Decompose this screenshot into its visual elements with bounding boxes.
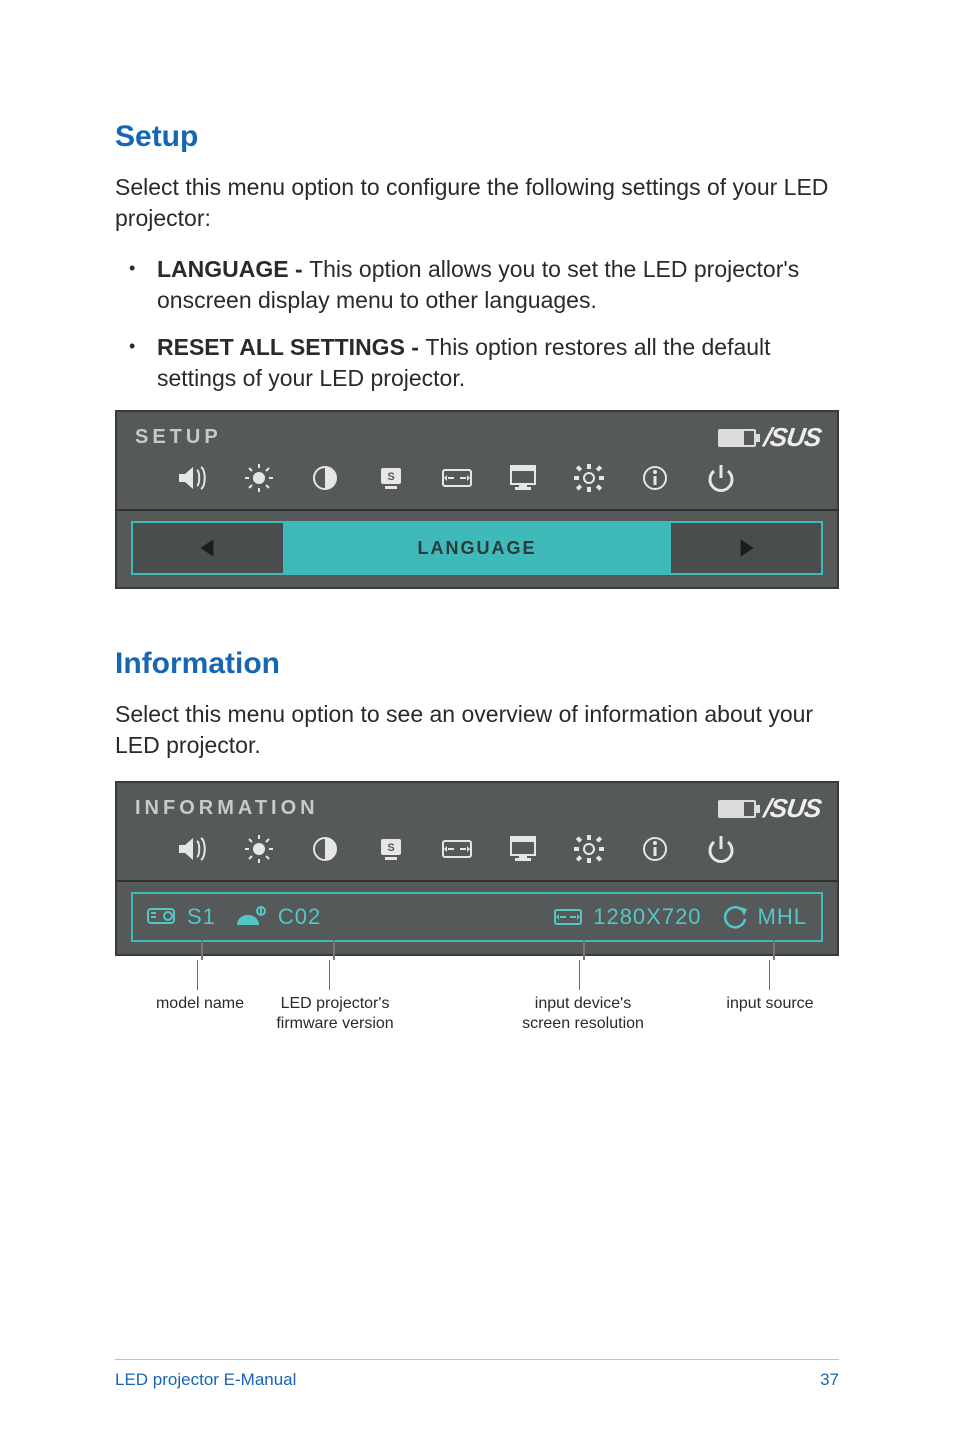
asus-logo: /SUS bbox=[762, 793, 823, 824]
setup-option-reset: RESET ALL SETTINGS - This option restore… bbox=[157, 332, 839, 394]
setup-option-term: RESET ALL SETTINGS - bbox=[157, 334, 425, 360]
contrast-icon bbox=[305, 832, 345, 866]
info-resolution-value: 1280X720 bbox=[593, 904, 701, 930]
information-intro: Select this menu option to see an overvi… bbox=[115, 699, 839, 761]
prev-arrow-icon[interactable] bbox=[133, 523, 283, 573]
setup-option-term: LANGUAGE - bbox=[157, 256, 309, 282]
next-arrow-icon[interactable] bbox=[671, 523, 821, 573]
position-icon bbox=[503, 832, 543, 866]
power-icon bbox=[701, 832, 741, 866]
osd-brand: /SUS bbox=[718, 422, 821, 453]
svg-text:S: S bbox=[387, 842, 394, 854]
information-callouts: model name LED projector's firmware vers… bbox=[115, 960, 839, 1040]
info-resolution: 1280X720 bbox=[553, 904, 701, 930]
info-model-value: S1 bbox=[187, 904, 216, 930]
setup-gear-icon bbox=[569, 461, 609, 495]
osd-brand: /SUS bbox=[718, 793, 821, 824]
information-osd-title: INFORMATION bbox=[135, 797, 319, 820]
asus-logo: /SUS bbox=[762, 422, 823, 453]
setup-osd-panel: SETUP /SUS S LANGUAGE bbox=[115, 410, 839, 589]
info-icon bbox=[635, 461, 675, 495]
callout-model: model name bbox=[145, 994, 255, 1013]
power-icon bbox=[701, 461, 741, 495]
callout-firmware: LED projector's firmware version bbox=[265, 994, 405, 1032]
setup-option-language: LANGUAGE - This option allows you to set… bbox=[157, 254, 839, 316]
callout-source: input source bbox=[715, 994, 825, 1013]
setup-intro: Select this menu option to configure the… bbox=[115, 172, 839, 234]
setup-language-value[interactable]: LANGUAGE bbox=[283, 523, 671, 573]
brightness-icon bbox=[239, 461, 279, 495]
information-osd-panel: INFORMATION /SUS S S1 bbox=[115, 781, 839, 956]
volume-icon bbox=[173, 461, 213, 495]
info-firmware-value: C02 bbox=[278, 904, 321, 930]
information-row: S1 C02 1280X720 MHL bbox=[131, 892, 823, 942]
info-model: S1 bbox=[147, 904, 216, 930]
firmware-icon bbox=[234, 905, 268, 929]
info-icon bbox=[635, 832, 675, 866]
info-source-value: MHL bbox=[758, 904, 807, 930]
info-firmware: C02 bbox=[234, 904, 321, 930]
battery-icon bbox=[718, 800, 756, 818]
contrast-icon bbox=[305, 461, 345, 495]
splendid-icon: S bbox=[371, 461, 411, 495]
resolution-icon bbox=[553, 906, 583, 928]
information-heading: Information bbox=[115, 647, 839, 681]
position-icon bbox=[503, 461, 543, 495]
brightness-icon bbox=[239, 832, 279, 866]
page-footer: LED projector E-Manual 37 bbox=[115, 1359, 839, 1390]
volume-icon bbox=[173, 832, 213, 866]
info-source: MHL bbox=[720, 904, 807, 930]
splendid-icon: S bbox=[371, 832, 411, 866]
battery-icon bbox=[718, 429, 756, 447]
aspect-ratio-icon bbox=[437, 461, 477, 495]
footer-page: 37 bbox=[820, 1370, 839, 1390]
projector-icon bbox=[147, 906, 177, 928]
source-icon bbox=[720, 905, 748, 929]
footer-title: LED projector E-Manual bbox=[115, 1370, 296, 1390]
callout-resolution: input device's screen resolution bbox=[513, 994, 653, 1032]
osd-icon-row: S bbox=[117, 457, 837, 509]
setup-osd-title: SETUP bbox=[135, 426, 222, 449]
setup-language-row: LANGUAGE bbox=[131, 521, 823, 575]
osd-icon-row: S bbox=[117, 828, 837, 880]
setup-gear-icon bbox=[569, 832, 609, 866]
setup-heading: Setup bbox=[115, 120, 839, 154]
svg-text:S: S bbox=[387, 471, 394, 483]
aspect-ratio-icon bbox=[437, 832, 477, 866]
